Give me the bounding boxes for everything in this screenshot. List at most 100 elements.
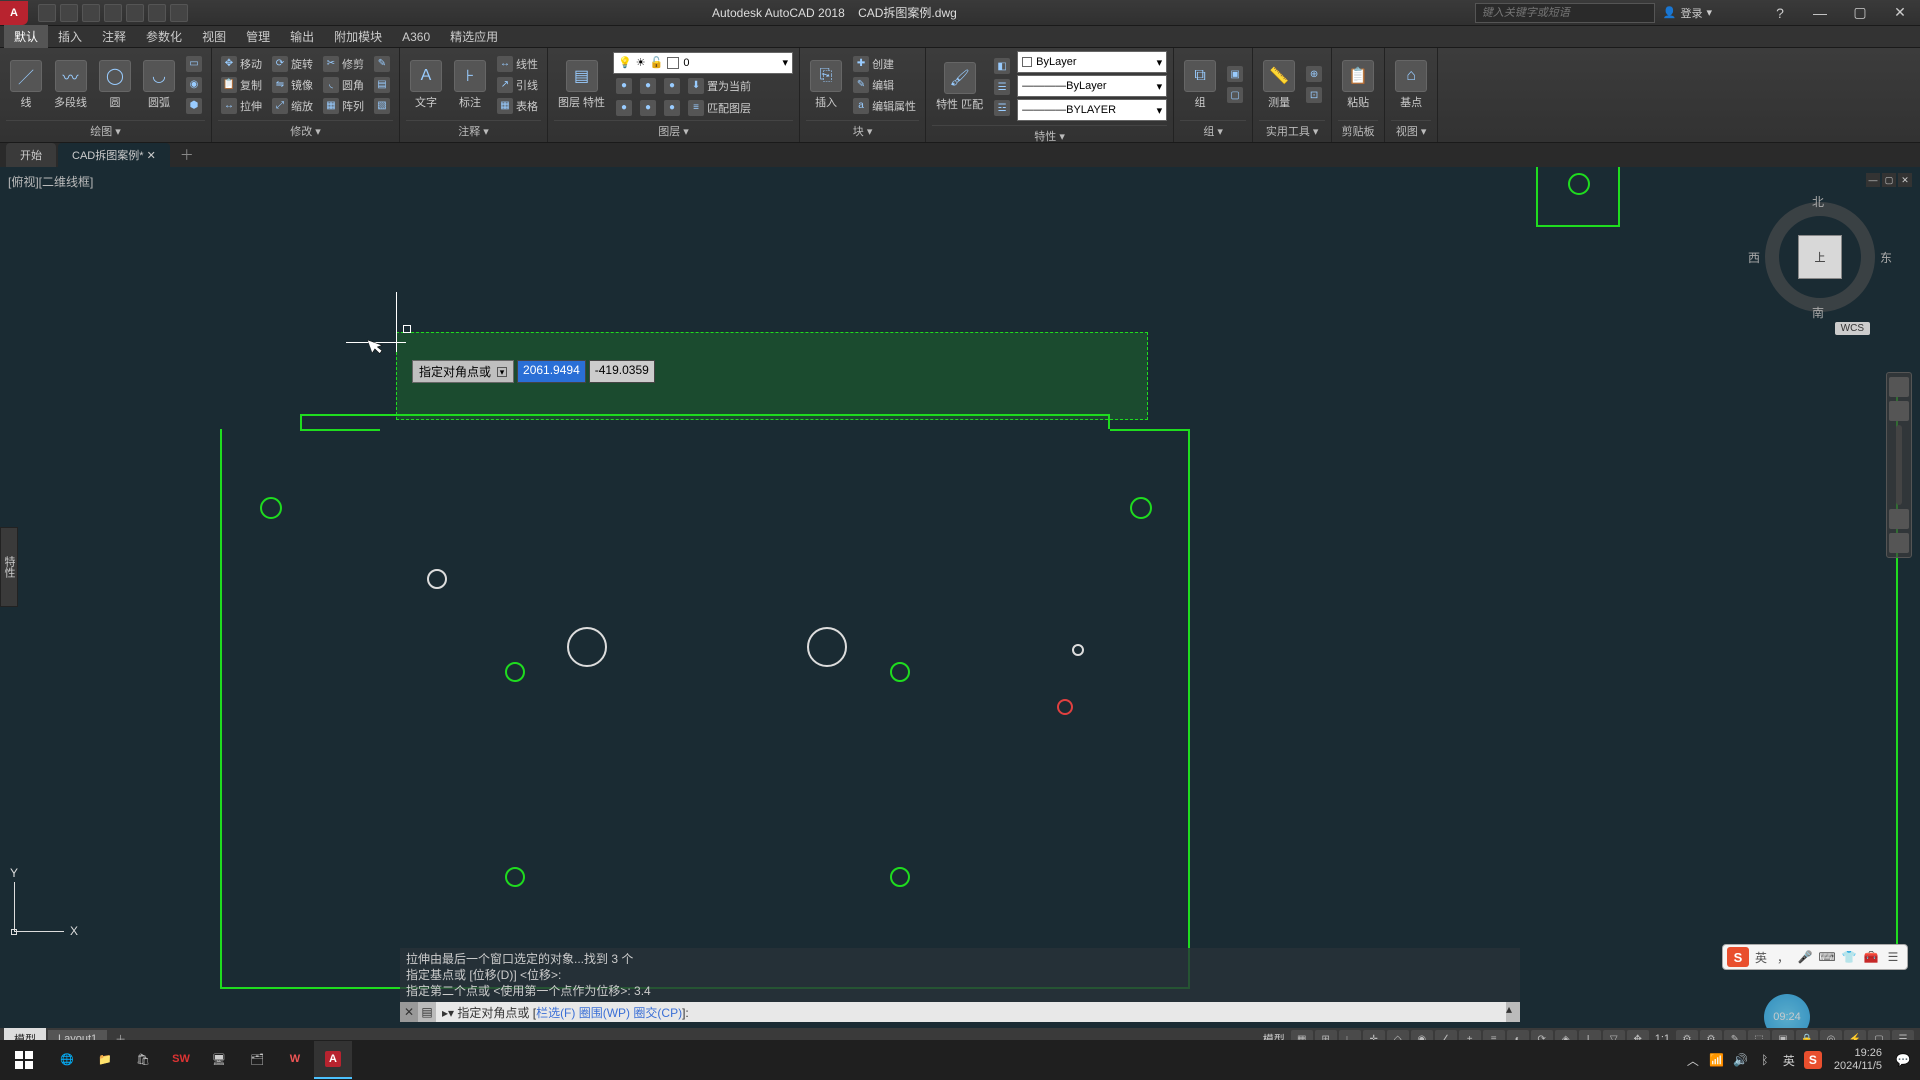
tab-default[interactable]: 默认 [4, 25, 48, 48]
tray-ime-lang[interactable]: 英 [1780, 1051, 1798, 1069]
taskbar-clock[interactable]: 19:26 2024/11/5 [1828, 1047, 1888, 1073]
viewcube-north[interactable]: 北 [1812, 193, 1824, 210]
layer-tool-2[interactable]: ● [637, 76, 659, 96]
fillet-button[interactable]: ◟圆角 [320, 75, 367, 95]
ime-toolbar[interactable]: S 英 ， 🎤 ⌨ 👕 🧰 ☰ [1722, 944, 1908, 970]
props-tool-2[interactable]: ☰ [991, 77, 1013, 97]
tray-wifi-icon[interactable]: 📶 [1708, 1051, 1726, 1069]
layer-tool-3[interactable]: ● [661, 76, 683, 96]
trim-button[interactable]: ✂修剪 [320, 54, 367, 74]
dyn-x-field[interactable]: 2061.9494 [517, 360, 586, 383]
cmdline-close-button[interactable]: ✕ [400, 1002, 418, 1022]
insert-block-button[interactable]: ⎘插入 [806, 58, 846, 112]
ime-menu-icon[interactable]: ☰ [1883, 947, 1903, 967]
draw-misc-1[interactable]: ▭ [183, 54, 205, 74]
ime-lang-button[interactable]: 英 [1751, 947, 1771, 967]
table-button[interactable]: ▦表格 [494, 96, 541, 116]
taskbar-store-icon[interactable]: 🛍 [124, 1041, 162, 1079]
paste-button[interactable]: 📋粘贴 [1338, 58, 1378, 112]
qat-redo-icon[interactable] [170, 4, 188, 22]
taskbar-mail-icon[interactable]: 🗂 [238, 1041, 276, 1079]
taskbar-wps-icon[interactable]: W [276, 1041, 314, 1079]
array-button[interactable]: ▦阵列 [320, 96, 367, 116]
line-button[interactable]: ／线 [6, 58, 46, 112]
tab-current-file[interactable]: CAD拆图案例* ✕ [58, 143, 170, 167]
group-button[interactable]: ⧉组 [1180, 58, 1220, 112]
props-tool-3[interactable]: ☲ [991, 98, 1013, 118]
stretch-button[interactable]: ↔拉伸 [218, 96, 265, 116]
qat-saveas-icon[interactable] [104, 4, 122, 22]
nav-showmotion-icon[interactable] [1889, 533, 1909, 553]
panel-modify-label[interactable]: 修改 ▾ [218, 120, 393, 139]
polyline-button[interactable]: 〰多段线 [50, 58, 91, 112]
ime-skin-icon[interactable]: 👕 [1839, 947, 1859, 967]
panel-view-label[interactable]: 视图 ▾ [1391, 120, 1431, 139]
tray-volume-icon[interactable]: 🔊 [1732, 1051, 1750, 1069]
draw-misc-2[interactable]: ◉ [183, 75, 205, 95]
window-maximize-button[interactable]: ▢ [1840, 1, 1880, 25]
util-tool-1[interactable]: ⊕ [1303, 64, 1325, 84]
window-minimize-button[interactable]: — [1800, 1, 1840, 25]
tab-start[interactable]: 开始 [6, 143, 56, 167]
group-tool-2[interactable]: ▢ [1224, 85, 1246, 105]
lineweight-dropdown[interactable]: ———— BYLAYER▾ [1017, 99, 1167, 121]
cmdline-menu-button[interactable]: ▤ [418, 1002, 436, 1022]
layer-tool-1[interactable]: ● [613, 76, 635, 96]
viewcube-west[interactable]: 西 [1748, 249, 1760, 266]
color-dropdown[interactable]: ByLayer▾ [1017, 51, 1167, 73]
ime-keyboard-icon[interactable]: ⌨ [1817, 947, 1837, 967]
modify-misc-3[interactable]: ▧ [371, 96, 393, 116]
cmdline-grip[interactable]: ▴ [1506, 1002, 1520, 1022]
rotate-button[interactable]: ⟳旋转 [269, 54, 316, 74]
tab-insert[interactable]: 插入 [48, 25, 92, 48]
sogou-logo-icon[interactable]: S [1727, 947, 1749, 967]
viewcube[interactable]: 上 北 南 东 西 [1760, 197, 1880, 317]
tab-add-button[interactable]: ＋ [172, 143, 202, 167]
dyn-dropdown-icon[interactable]: ▾ [497, 367, 507, 377]
help-icon[interactable]: ? [1760, 1, 1800, 25]
command-line[interactable]: ✕ ▤ ▸▾ 指定对角点或 [栏选(F) 圈围(WP) 圈交(CP)]: ▴ [400, 1002, 1520, 1022]
layer-match[interactable]: ≡匹配图层 [685, 98, 754, 118]
scale-button[interactable]: ⤢缩放 [269, 96, 316, 116]
start-button[interactable] [0, 1040, 48, 1080]
layer-tool-6[interactable]: ● [661, 98, 683, 118]
qat-save-icon[interactable] [82, 4, 100, 22]
layer-make-current[interactable]: ⬇置为当前 [685, 76, 754, 96]
taskbar-edge-icon[interactable]: 🌐 [48, 1041, 86, 1079]
tray-sogou-icon[interactable]: S [1804, 1051, 1822, 1069]
taskbar-app-icon[interactable]: 🖥 [200, 1041, 238, 1079]
nav-wheel-icon[interactable] [1889, 377, 1909, 397]
layer-tool-4[interactable]: ● [613, 98, 635, 118]
props-tool-1[interactable]: ◧ [991, 56, 1013, 76]
tab-annotate[interactable]: 注释 [92, 25, 136, 48]
measure-button[interactable]: 📏测量 [1259, 58, 1299, 112]
edit-attr-button[interactable]: a编辑属性 [850, 96, 919, 116]
tray-chevron-icon[interactable]: ︿ [1684, 1051, 1702, 1069]
viewcube-east[interactable]: 东 [1880, 249, 1892, 266]
text-button[interactable]: A文字 [406, 58, 446, 112]
tab-manage[interactable]: 管理 [236, 25, 280, 48]
qat-plot-icon[interactable] [126, 4, 144, 22]
tab-parametric[interactable]: 参数化 [136, 25, 192, 48]
edit-block-button[interactable]: ✎编辑 [850, 75, 919, 95]
basepoint-button[interactable]: ⌂基点 [1391, 58, 1431, 112]
group-tool-1[interactable]: ▣ [1224, 64, 1246, 84]
panel-properties-label[interactable]: 特性 ▾ [932, 125, 1167, 144]
tab-view[interactable]: 视图 [192, 25, 236, 48]
arc-button[interactable]: ◡圆弧 [139, 58, 179, 112]
ime-punct-icon[interactable]: ， [1773, 947, 1793, 967]
qat-open-icon[interactable] [60, 4, 78, 22]
window-close-button[interactable]: ✕ [1880, 1, 1920, 25]
viewcube-south[interactable]: 南 [1812, 304, 1824, 321]
layer-properties-button[interactable]: ▤图层 特性 [554, 58, 609, 112]
drawing-viewport[interactable]: [俯视][二维线框] — ▢ ✕ 特性 [0, 167, 1920, 1022]
panel-utilities-label[interactable]: 实用工具 ▾ [1259, 120, 1325, 139]
wcs-badge[interactable]: WCS [1835, 322, 1870, 335]
app-logo[interactable]: A [0, 1, 28, 25]
tray-bluetooth-icon[interactable]: ᛒ [1756, 1051, 1774, 1069]
cmdline-text[interactable]: ▸▾ 指定对角点或 [栏选(F) 圈围(WP) 圈交(CP)]: [436, 1004, 1506, 1021]
match-properties-button[interactable]: 🖌特性 匹配 [932, 60, 987, 114]
tray-notifications-icon[interactable]: 💬 [1894, 1051, 1912, 1069]
panel-layers-label[interactable]: 图层 ▾ [554, 120, 793, 139]
layer-dropdown[interactable]: 💡 ☀ 🔓 0 ▾ [613, 52, 793, 74]
